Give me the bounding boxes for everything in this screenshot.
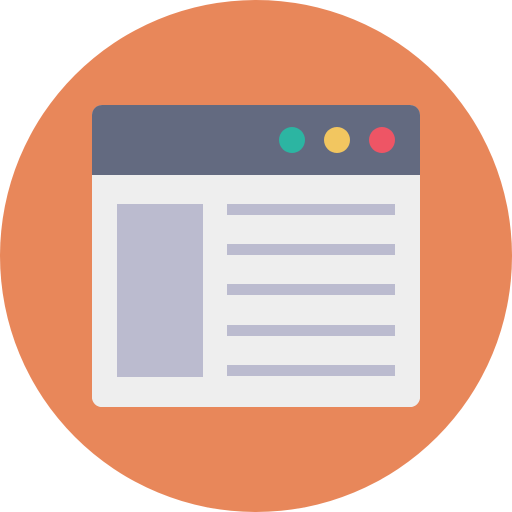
browser-window-icon xyxy=(92,105,420,407)
window-content xyxy=(92,175,420,407)
sidebar-placeholder xyxy=(117,204,203,377)
text-line-placeholder xyxy=(227,204,395,215)
window-titlebar xyxy=(92,105,420,175)
yellow-dot-icon xyxy=(324,127,350,153)
green-dot-icon xyxy=(279,127,305,153)
text-line-placeholder xyxy=(227,244,395,255)
icon-stage xyxy=(0,0,512,512)
text-line-placeholder xyxy=(227,325,395,336)
text-line-placeholder xyxy=(227,284,395,295)
red-dot-icon xyxy=(369,127,395,153)
text-line-placeholder xyxy=(227,365,395,376)
